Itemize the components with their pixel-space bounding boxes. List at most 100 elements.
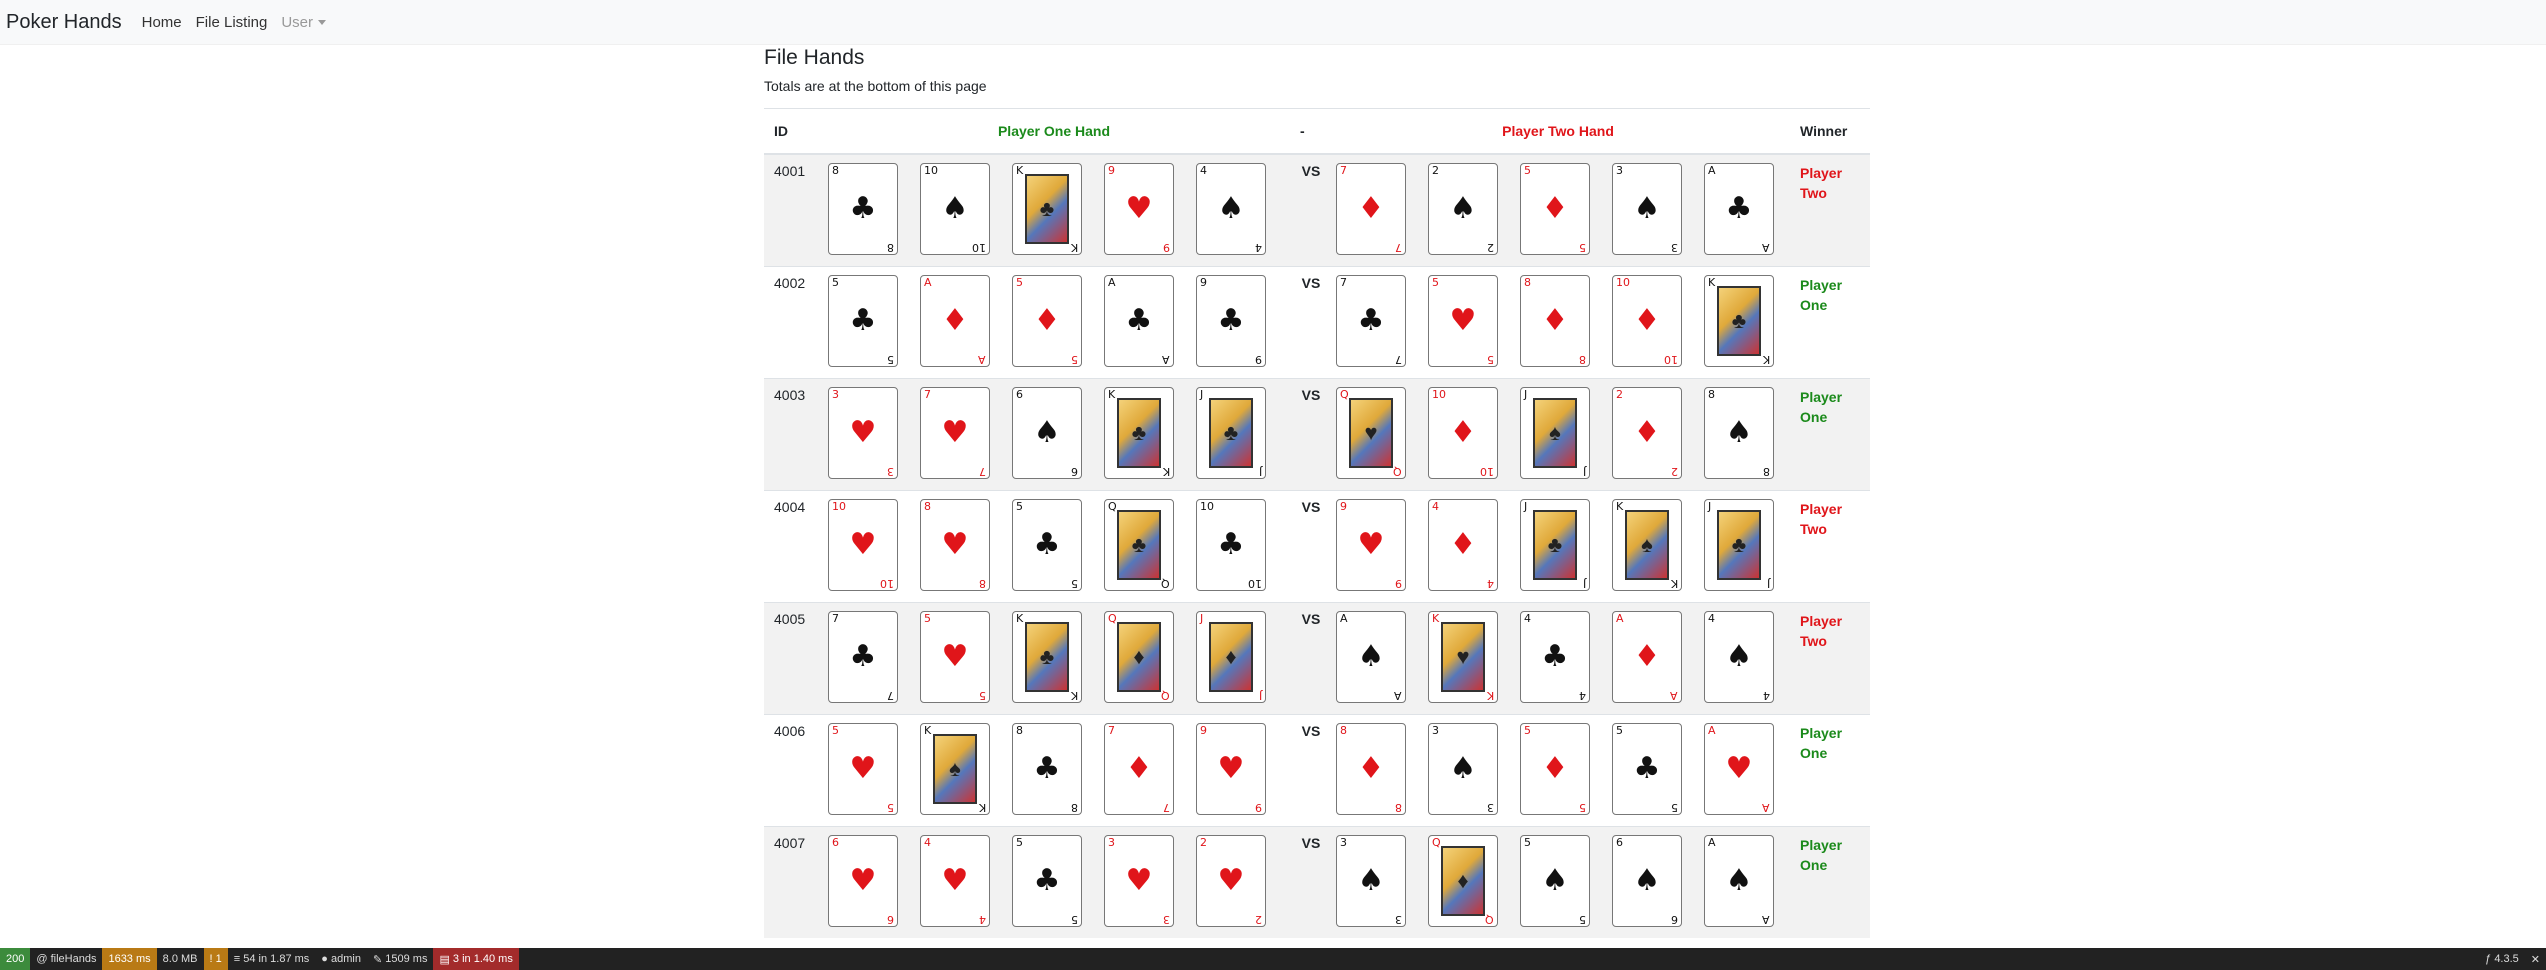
card-rank-corner: 8 bbox=[1340, 724, 1347, 737]
face-card-art: ♣ bbox=[1025, 622, 1069, 692]
card-rank-corner: 9 bbox=[1255, 353, 1262, 366]
playing-card: Q Q ♦ bbox=[1104, 611, 1174, 703]
table-row: 4005 7 7 ♣ 5 5 ♥ K K ♣ Q Q ♦ J J ♦ VS A A ♠ K K ♥ 4 4 ♣ A A ♦ 4 4 ♠ Play… bbox=[764, 602, 1870, 715]
card-rank-corner: 2 bbox=[1255, 913, 1262, 926]
card-rank-corner: 9 bbox=[1395, 577, 1402, 590]
player-two-hand: 3 3 ♠ Q Q ♦ 5 5 ♠ 6 6 ♠ A A ♠ bbox=[1326, 826, 1790, 938]
table-body: 4001 8 8 ♣ 10 10 ♠ K K ♣ 9 9 ♥ 4 4 ♠ VS 7 7 ♦ 2 2 ♠ 5 5 ♦ 3 3 ♠ A A ♣ Pl… bbox=[764, 153, 1870, 938]
playing-card: 4 4 ♥ bbox=[920, 835, 990, 927]
nav-user-dropdown[interactable]: User bbox=[281, 14, 327, 31]
card-list: 10 10 ♥ 8 8 ♥ 5 5 ♣ Q Q ♣ 10 10 ♣ bbox=[828, 499, 1286, 591]
user-icon: ● bbox=[321, 953, 331, 965]
card-rank-corner: 4 bbox=[1432, 500, 1439, 513]
card-suit-pips: ♥ bbox=[849, 415, 877, 450]
card-suit-pips: ♣ bbox=[1033, 751, 1061, 786]
card-rank-corner: Q bbox=[1108, 612, 1117, 625]
card-suit-pips: ♥ bbox=[849, 751, 877, 786]
playing-card: 7 7 ♣ bbox=[828, 611, 898, 703]
card-suit-pips: ♦ bbox=[1633, 639, 1661, 674]
card-rank-corner: 6 bbox=[1071, 465, 1078, 478]
card-rank-corner: J bbox=[1200, 388, 1204, 401]
player-two-hand: 8 8 ♦ 3 3 ♠ 5 5 ♦ 5 5 ♣ A A ♥ bbox=[1326, 714, 1790, 827]
card-rank-corner: 7 bbox=[1395, 241, 1402, 254]
warnings-count[interactable]: ! 1 bbox=[203, 948, 228, 970]
winner-label: Player One bbox=[1790, 266, 1870, 379]
close-icon[interactable]: ✕ bbox=[2525, 948, 2546, 970]
twig-time[interactable]: ✎ 1509 ms bbox=[367, 948, 433, 970]
route-name[interactable]: @ fileHands bbox=[30, 948, 102, 970]
card-suit-pips: ♦ bbox=[1449, 415, 1477, 450]
card-rank-corner: A bbox=[1394, 689, 1402, 702]
db-queries[interactable]: ≡ 54 in 1.87 ms bbox=[228, 948, 316, 970]
card-rank-corner: 6 bbox=[1016, 388, 1023, 401]
card-rank-corner: 4 bbox=[1255, 241, 1262, 254]
playing-card: K K ♠ bbox=[920, 723, 990, 815]
card-rank-corner: 5 bbox=[832, 276, 839, 289]
brand-link[interactable]: Poker Hands bbox=[6, 11, 122, 34]
cache-value: 3 in 1.40 ms bbox=[452, 953, 513, 965]
face-card-art: ♠ bbox=[1625, 510, 1669, 580]
card-suit-pips: ♣ bbox=[1033, 527, 1061, 562]
card-rank-corner: 4 bbox=[924, 836, 931, 849]
table-row: 4003 3 3 ♥ 7 7 ♥ 6 6 ♠ K K ♣ J J ♣ VS Q Q ♥ 10 10 ♦ J J ♠ 2 2 ♦ 8 8 ♠ Pl… bbox=[764, 378, 1870, 491]
playing-card: 9 9 ♥ bbox=[1336, 499, 1406, 591]
card-rank-corner: J bbox=[1524, 388, 1528, 401]
card-list: Q Q ♥ 10 10 ♦ J J ♠ 2 2 ♦ 8 8 ♠ bbox=[1336, 387, 1786, 479]
page-title: File Hands bbox=[764, 46, 865, 69]
playing-card: K K ♥ bbox=[1428, 611, 1498, 703]
status-code[interactable]: 200 bbox=[0, 948, 31, 970]
symfony-icon: ƒ bbox=[2485, 953, 2495, 965]
card-rank-corner: 6 bbox=[832, 836, 839, 849]
nav-home[interactable]: Home bbox=[142, 14, 182, 31]
header-player-two: Player Two Hand bbox=[1326, 108, 1790, 155]
playing-card: 5 5 ♠ bbox=[1520, 835, 1590, 927]
card-rank-corner: 10 bbox=[1480, 465, 1494, 478]
debug-toolbar: 200 @ fileHands 1633 ms 8.0 MB ! 1 ≡ 54 … bbox=[0, 948, 2546, 970]
memory-usage[interactable]: 8.0 MB bbox=[157, 948, 204, 970]
card-suit-pips: ♥ bbox=[1125, 863, 1153, 898]
playing-card: 4 4 ♦ bbox=[1428, 499, 1498, 591]
playing-card: 10 10 ♠ bbox=[920, 163, 990, 255]
table-row: 4001 8 8 ♣ 10 10 ♠ K K ♣ 9 9 ♥ 4 4 ♠ VS 7 7 ♦ 2 2 ♠ 5 5 ♦ 3 3 ♠ A A ♣ Pl… bbox=[764, 153, 1870, 267]
card-rank-corner: K bbox=[1108, 388, 1116, 401]
card-suit-pips: ♠ bbox=[1449, 751, 1477, 786]
card-suit-pips: ♠ bbox=[1449, 191, 1477, 226]
card-rank-corner: 8 bbox=[924, 500, 931, 513]
card-rank-corner: 4 bbox=[1579, 689, 1586, 702]
playing-card: 5 5 ♥ bbox=[1428, 275, 1498, 367]
card-rank-corner: J bbox=[1708, 500, 1712, 513]
face-card-art: ♥ bbox=[1349, 398, 1393, 468]
player-two-hand: 9 9 ♥ 4 4 ♦ J J ♣ K K ♠ J J ♣ bbox=[1326, 490, 1790, 603]
card-rank-corner: 3 bbox=[1108, 836, 1115, 849]
user-info[interactable]: ● admin bbox=[315, 948, 367, 970]
playing-card: 3 3 ♠ bbox=[1428, 723, 1498, 815]
vs-label: VS bbox=[1290, 826, 1326, 938]
card-rank-corner: 5 bbox=[1579, 241, 1586, 254]
table-header-row: ID Player One Hand - Player Two Hand Win… bbox=[764, 108, 1870, 155]
face-card-art: ♣ bbox=[1209, 398, 1253, 468]
table-row: 4006 5 5 ♥ K K ♠ 8 8 ♣ 7 7 ♦ 9 9 ♥ VS 8 8 ♦ 3 3 ♠ 5 5 ♦ 5 5 ♣ A A ♥ Play… bbox=[764, 714, 1870, 827]
card-suit-pips: ♥ bbox=[941, 639, 969, 674]
playing-card: 8 8 ♣ bbox=[828, 163, 898, 255]
card-rank-corner: 7 bbox=[979, 465, 986, 478]
playing-card: J J ♦ bbox=[1196, 611, 1266, 703]
playing-card: 8 8 ♥ bbox=[920, 499, 990, 591]
card-rank-corner: 3 bbox=[887, 465, 894, 478]
card-rank-corner: 7 bbox=[1340, 164, 1347, 177]
cache-info[interactable]: ▤ 3 in 1.40 ms bbox=[433, 948, 519, 970]
card-list: 3 3 ♠ Q Q ♦ 5 5 ♠ 6 6 ♠ A A ♠ bbox=[1336, 835, 1786, 927]
card-rank-corner: K bbox=[1670, 577, 1678, 590]
vs-label: VS bbox=[1290, 378, 1326, 491]
card-suit-pips: ♣ bbox=[1217, 303, 1245, 338]
playing-card: 6 6 ♠ bbox=[1612, 835, 1682, 927]
card-rank-corner: 8 bbox=[1071, 801, 1078, 814]
card-rank-corner: Q bbox=[1340, 388, 1349, 401]
symfony-version[interactable]: ƒ 4.3.5 bbox=[2479, 948, 2525, 970]
card-rank-corner: 8 bbox=[1016, 724, 1023, 737]
cache-icon: ▤ bbox=[439, 953, 453, 966]
card-list: 7 7 ♦ 2 2 ♠ 5 5 ♦ 3 3 ♠ A A ♣ bbox=[1336, 163, 1786, 255]
card-suit-pips: ♥ bbox=[1725, 751, 1753, 786]
nav-file-listing[interactable]: File Listing bbox=[196, 14, 268, 31]
card-suit-pips: ♥ bbox=[941, 415, 969, 450]
request-time[interactable]: 1633 ms bbox=[102, 948, 157, 970]
